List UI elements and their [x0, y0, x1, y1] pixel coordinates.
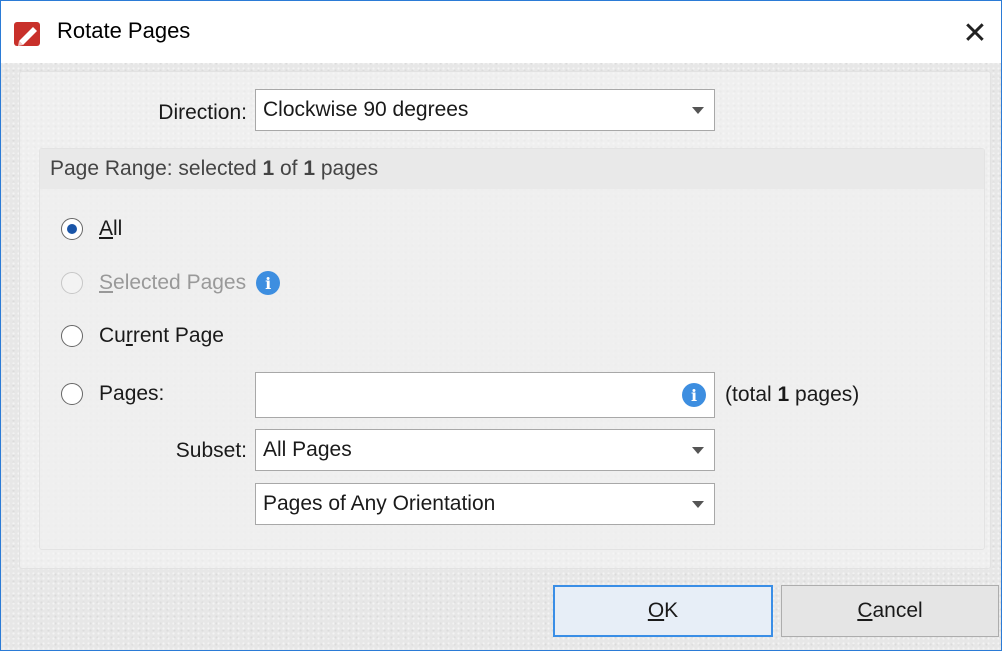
direction-label: Direction: — [158, 101, 247, 124]
radio-pages[interactable]: Pages: — [61, 378, 164, 410]
close-icon[interactable]: ✕ — [953, 11, 997, 55]
ok-button-label: OK — [647, 599, 679, 622]
radio-button-current-page[interactable] — [61, 325, 83, 347]
subset-value: All Pages — [263, 438, 352, 461]
info-icon[interactable]: i — [682, 383, 706, 407]
selected-count: 1 — [262, 157, 275, 180]
radio-current-page[interactable]: Current Page — [61, 320, 224, 352]
info-icon[interactable]: i — [256, 271, 281, 295]
chevron-down-icon — [692, 501, 704, 508]
radio-button-selected-pages — [61, 272, 83, 294]
cancel-button-label: Cancel — [857, 599, 923, 622]
radio-pages-label: Pages: — [99, 382, 165, 405]
total-hint-prefix: (total — [725, 383, 778, 406]
radio-selected-pages: Selected Pages i — [61, 267, 281, 299]
radio-all[interactable]: All — [61, 213, 122, 245]
rotate-pages-dialog: Rotate Pages ✕ Direction: Clockwise 90 d… — [0, 0, 1002, 651]
page-range-of: of — [274, 157, 304, 180]
cancel-button[interactable]: Cancel — [781, 585, 999, 637]
radio-current-page-label: Current Page — [99, 324, 224, 347]
radio-button-pages[interactable] — [61, 383, 83, 405]
page-range-header: Page Range: selected 1 of 1 pages — [40, 149, 984, 189]
total-hint-count: 1 — [777, 383, 790, 406]
total-hint-suffix: pages) — [789, 383, 860, 406]
dialog-title: Rotate Pages — [57, 18, 191, 43]
chevron-down-icon — [692, 107, 704, 114]
direction-dropdown[interactable]: Clockwise 90 degrees — [255, 89, 715, 131]
radio-button-all[interactable] — [61, 218, 83, 240]
page-range-prefix: Page Range: selected — [50, 157, 263, 180]
orientation-value: Pages of Any Orientation — [263, 492, 496, 515]
total-count: 1 — [303, 157, 316, 180]
page-range-title: Page Range: selected 1 of 1 pages — [50, 157, 378, 181]
pages-input[interactable]: i — [255, 372, 715, 418]
chevron-down-icon — [692, 447, 704, 454]
subset-dropdown[interactable]: All Pages — [255, 429, 715, 471]
direction-value: Clockwise 90 degrees — [263, 98, 469, 121]
subset-label: Subset: — [175, 439, 247, 462]
pdf-editor-app-icon — [14, 22, 40, 46]
title-bar: Rotate Pages ✕ — [1, 1, 1001, 63]
radio-selected-pages-label: Selected Pages — [99, 271, 247, 294]
total-pages-hint: (total 1 pages) — [725, 383, 859, 407]
ok-button[interactable]: OK — [553, 585, 773, 637]
page-range-suffix: pages — [315, 157, 379, 180]
radio-all-label: All — [99, 217, 123, 240]
orientation-dropdown[interactable]: Pages of Any Orientation — [255, 483, 715, 525]
